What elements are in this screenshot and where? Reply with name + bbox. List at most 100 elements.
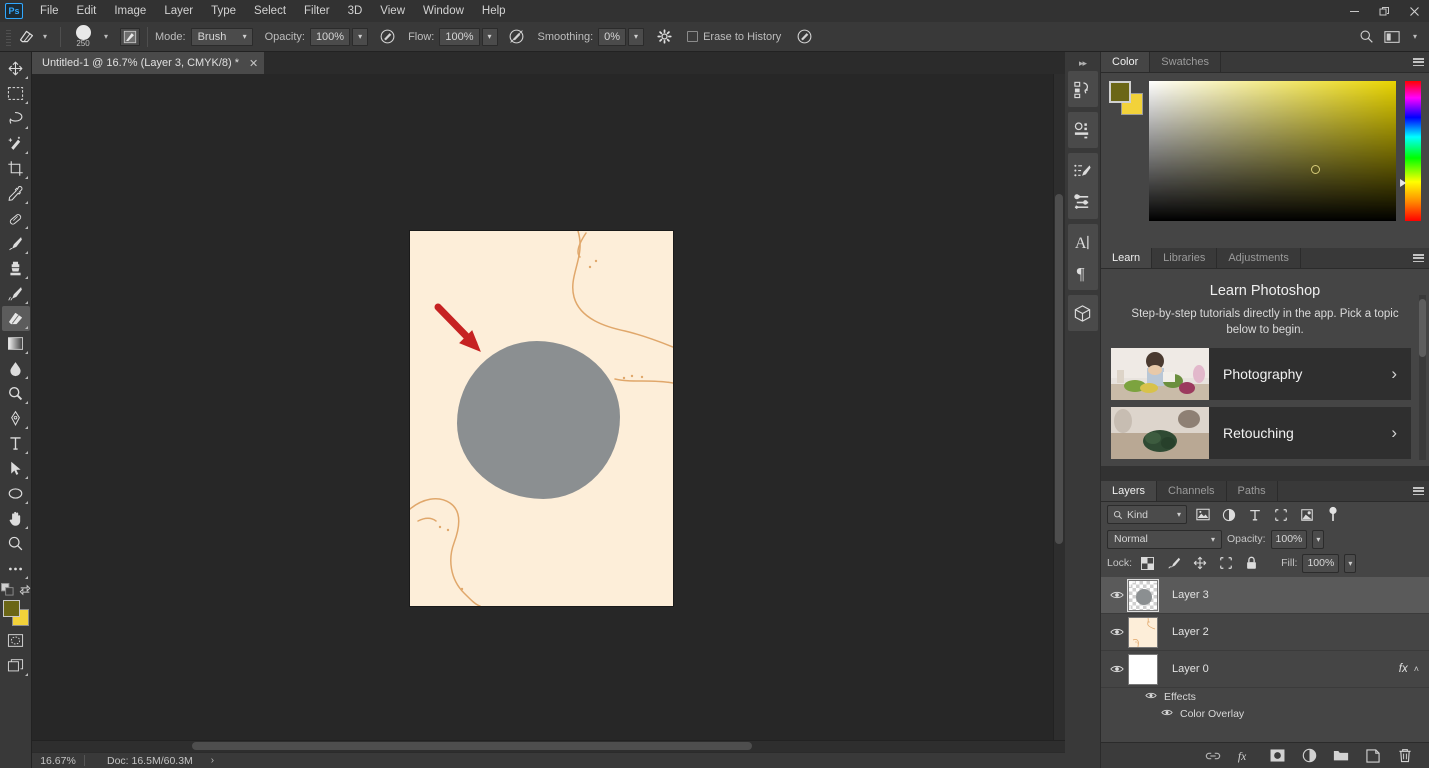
history-brush-tool[interactable] bbox=[2, 281, 30, 306]
tab-layers[interactable]: Layers bbox=[1101, 481, 1158, 501]
dodge-tool[interactable] bbox=[2, 381, 30, 406]
eraser-tool[interactable] bbox=[1, 306, 30, 331]
learn-panel-scrollbar[interactable] bbox=[1419, 295, 1426, 460]
menu-item-3d[interactable]: 3D bbox=[339, 2, 372, 20]
layer-visibility-toggle[interactable] bbox=[1106, 664, 1128, 674]
tablet-pressure-size-icon[interactable] bbox=[793, 26, 815, 48]
color-panel-swatches[interactable] bbox=[1109, 81, 1143, 115]
layer-name[interactable]: Layer 0 bbox=[1158, 663, 1399, 675]
canvas-area[interactable] bbox=[32, 74, 1065, 752]
layer-name[interactable]: Layer 2 bbox=[1158, 626, 1429, 638]
menu-item-filter[interactable]: Filter bbox=[295, 2, 339, 20]
learn-panel-menu-button[interactable] bbox=[1407, 248, 1429, 268]
layer-fill-input[interactable]: 100% bbox=[1302, 553, 1340, 573]
hand-tool[interactable] bbox=[2, 506, 30, 531]
color-picker-marker[interactable] bbox=[1310, 165, 1320, 174]
hue-slider[interactable] bbox=[1400, 81, 1422, 221]
opacity-input[interactable]: 100% bbox=[309, 27, 351, 46]
brush-settings-panel-button[interactable] bbox=[120, 27, 140, 46]
add-layer-style-button[interactable]: fx bbox=[1237, 748, 1253, 764]
brush-preset-preview[interactable]: 250 bbox=[68, 24, 98, 49]
layer-thumbnail[interactable] bbox=[1128, 653, 1158, 685]
flow-input[interactable]: 100% bbox=[439, 27, 480, 46]
menu-item-image[interactable]: Image bbox=[105, 2, 155, 20]
swap-colors-icon[interactable] bbox=[19, 584, 31, 596]
close-button[interactable] bbox=[1399, 0, 1429, 22]
menu-item-window[interactable]: Window bbox=[414, 2, 473, 20]
search-icon[interactable] bbox=[1355, 26, 1377, 48]
menu-item-file[interactable]: File bbox=[31, 2, 68, 20]
menu-item-help[interactable]: Help bbox=[473, 2, 515, 20]
tab-color[interactable]: Color bbox=[1101, 52, 1151, 72]
properties-panel-icon[interactable] bbox=[1069, 115, 1097, 145]
menu-item-select[interactable]: Select bbox=[245, 2, 295, 20]
brush-tool[interactable] bbox=[2, 231, 30, 256]
erase-to-history-checkbox-wrap[interactable]: Erase to History bbox=[687, 31, 781, 43]
tab-learn[interactable]: Learn bbox=[1101, 248, 1153, 268]
airbrush-toggle-icon[interactable] bbox=[506, 26, 528, 48]
ellipse-tool[interactable] bbox=[2, 481, 30, 506]
document-tab[interactable]: Untitled-1 @ 16.7% (Layer 3, CMYK/8) * ✕ bbox=[32, 52, 266, 74]
smoothing-options-gear-icon[interactable] bbox=[653, 26, 675, 48]
screen-mode-button[interactable] bbox=[2, 653, 30, 678]
3d-panel-icon[interactable] bbox=[1069, 298, 1097, 328]
lock-position-icon[interactable] bbox=[1189, 553, 1210, 573]
close-icon[interactable]: ✕ bbox=[249, 57, 258, 70]
character-panel-icon[interactable]: A bbox=[1069, 227, 1097, 257]
filter-adjustment-icon[interactable] bbox=[1218, 505, 1239, 525]
quick-mask-mode-button[interactable] bbox=[2, 628, 30, 653]
layer-row-layer-2[interactable]: Layer 2 bbox=[1101, 614, 1429, 651]
expand-panels-icon[interactable]: ▸▸ bbox=[1079, 58, 1087, 69]
layer-row-layer-0[interactable]: Layer 0 fx ˄ bbox=[1101, 651, 1429, 688]
gradient-tool[interactable] bbox=[2, 331, 30, 356]
filter-shape-icon[interactable] bbox=[1270, 505, 1291, 525]
lock-image-pixels-icon[interactable] bbox=[1163, 553, 1184, 573]
new-fill-adjustment-layer-button[interactable] bbox=[1301, 748, 1317, 764]
new-layer-button[interactable] bbox=[1365, 748, 1381, 764]
learn-panel-scrollbar-thumb[interactable] bbox=[1419, 299, 1426, 357]
eraser-preset-caret-icon[interactable]: ▾ bbox=[37, 32, 53, 41]
color-spectrum-field[interactable] bbox=[1148, 81, 1397, 221]
menu-item-view[interactable]: View bbox=[371, 2, 414, 20]
effects-visibility-toggle[interactable] bbox=[1145, 691, 1157, 703]
rectangular-marquee-tool[interactable] bbox=[2, 81, 30, 106]
clone-stamp-tool[interactable] bbox=[2, 256, 30, 281]
status-expand-icon[interactable]: › bbox=[193, 755, 214, 766]
filter-pixel-icon[interactable] bbox=[1192, 505, 1213, 525]
workspace-switcher-icon[interactable] bbox=[1381, 26, 1403, 48]
delete-layer-button[interactable] bbox=[1397, 748, 1413, 764]
blend-mode-dropdown[interactable]: Brush ▾ bbox=[190, 27, 253, 46]
layer-effect-row-color-overlay[interactable]: Color Overlay bbox=[1101, 705, 1429, 722]
filter-smartobject-icon[interactable] bbox=[1296, 505, 1317, 525]
new-group-button[interactable] bbox=[1333, 748, 1349, 764]
color-panel-foreground-swatch[interactable] bbox=[1109, 81, 1131, 103]
filter-type-icon[interactable] bbox=[1244, 505, 1265, 525]
layer-opacity-input[interactable]: 100% bbox=[1270, 529, 1308, 549]
tab-paths[interactable]: Paths bbox=[1226, 481, 1278, 501]
hue-slider-marker[interactable] bbox=[1400, 179, 1407, 187]
link-layers-button[interactable] bbox=[1205, 748, 1221, 764]
zoom-level-field[interactable]: 16.67% bbox=[32, 755, 84, 767]
foreground-color-swatch[interactable] bbox=[2, 600, 20, 617]
brush-preset-caret-icon[interactable]: ▾ bbox=[98, 32, 114, 41]
flow-dropdown[interactable]: ▾ bbox=[481, 27, 498, 46]
tab-swatches[interactable]: Swatches bbox=[1150, 52, 1221, 72]
canvas-vertical-scrollbar[interactable] bbox=[1053, 74, 1065, 752]
tab-channels[interactable]: Channels bbox=[1157, 481, 1227, 501]
layer-opacity-dropdown[interactable]: ▾ bbox=[1312, 529, 1325, 549]
learn-card-photography[interactable]: Photography › bbox=[1111, 348, 1411, 400]
menu-item-layer[interactable]: Layer bbox=[155, 2, 202, 20]
canvas-horizontal-scrollbar-thumb[interactable] bbox=[192, 742, 752, 750]
edit-toolbar-tool[interactable] bbox=[2, 556, 30, 581]
canvas-horizontal-scrollbar[interactable] bbox=[32, 740, 1065, 752]
layer-effects-badge[interactable]: fx bbox=[1399, 663, 1414, 675]
tab-adjustments[interactable]: Adjustments bbox=[1217, 248, 1301, 268]
color-panel-menu-button[interactable] bbox=[1407, 52, 1429, 72]
smoothing-dropdown[interactable]: ▾ bbox=[628, 27, 645, 46]
history-panel-icon[interactable] bbox=[1069, 74, 1097, 104]
layer-filter-kind-dropdown[interactable]: Kind ▾ bbox=[1107, 505, 1187, 524]
horizontal-type-tool[interactable] bbox=[2, 431, 30, 456]
maximize-restore-button[interactable] bbox=[1369, 0, 1399, 22]
blur-tool[interactable] bbox=[2, 356, 30, 381]
layer-visibility-toggle[interactable] bbox=[1106, 590, 1128, 600]
